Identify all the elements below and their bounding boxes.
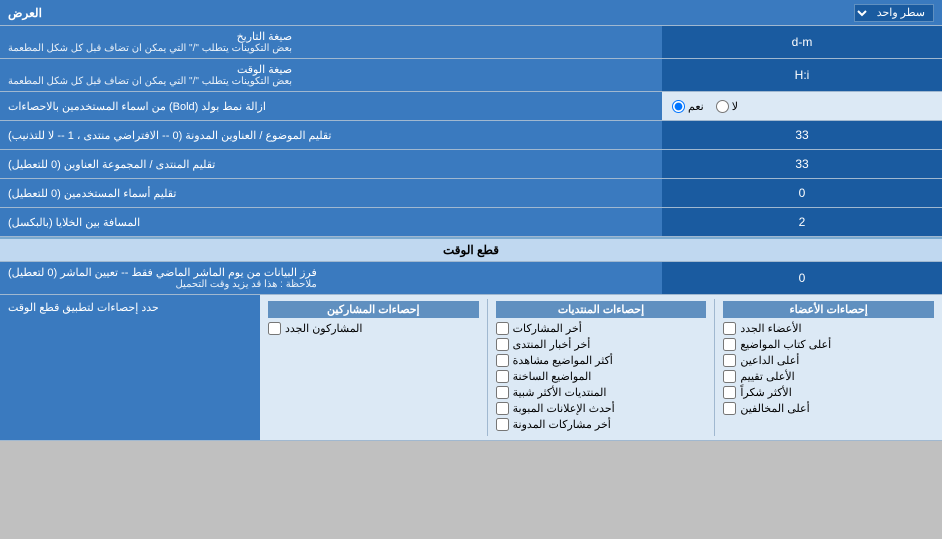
- cutoff-input-cell: [662, 262, 942, 294]
- checkbox-hot-topics: المواضيع الساخنة: [496, 370, 707, 383]
- date-format-input[interactable]: [668, 35, 936, 49]
- page-title: العرض: [8, 6, 42, 20]
- trim-forum-input-cell: [662, 150, 942, 178]
- col-members-header: إحصاءات الأعضاء: [723, 301, 934, 318]
- checkbox-most-viewed: أكثر المواضيع مشاهدة: [496, 354, 707, 367]
- trim-topics-row: تقليم الموضوع / العناوين المدونة (0 -- ا…: [0, 121, 942, 150]
- cutoff-label: فرز البيانات من يوم الماشر الماضي فقط --…: [0, 262, 662, 294]
- col-divider-1: [714, 299, 715, 436]
- col-participants: إحصاءات المشاركين المشاركون الجدد: [264, 299, 483, 436]
- bold-names-no-label[interactable]: لا: [716, 100, 738, 113]
- checkbox-latest-news: أخر أخبار المنتدى: [496, 338, 707, 351]
- trim-forum-label: تقليم المنتدى / المجموعة العناوين (0 للت…: [0, 150, 662, 178]
- bold-names-row: لا نعم ازالة نمط بولد (Bold) من اسماء ال…: [0, 92, 942, 121]
- checkbox-new-participants-input[interactable]: [268, 322, 281, 335]
- col-participants-header: إحصاءات المشاركين: [268, 301, 479, 318]
- checkbox-latest-news-input[interactable]: [496, 338, 509, 351]
- bold-names-label: ازالة نمط بولد (Bold) من اسماء المستخدمي…: [0, 92, 662, 120]
- display-dropdown[interactable]: سطر واحدسطرينثلاثة أسطر: [854, 4, 934, 22]
- stats-section-label: حدد إحصاءات لتطبيق قطع الوقت: [0, 295, 260, 440]
- bold-names-radio-area: لا نعم: [662, 100, 942, 113]
- header-row: سطر واحدسطرينثلاثة أسطر العرض: [0, 0, 942, 26]
- checkbox-latest-posts-input[interactable]: [496, 322, 509, 335]
- cell-spacing-row: المسافة بين الخلايا (بالبكسل): [0, 208, 942, 237]
- trim-usernames-row: تقليم أسماء المستخدمين (0 للتعطيل): [0, 179, 942, 208]
- checkboxes-grid: إحصاءات الأعضاء الأعضاء الجدد أعلى كتاب …: [264, 299, 938, 436]
- checkbox-most-similar: المنتديات الأكثر شبية: [496, 386, 707, 399]
- cell-spacing-label: المسافة بين الخلايا (بالبكسل): [0, 208, 662, 236]
- trim-topics-label: تقليم الموضوع / العناوين المدونة (0 -- ا…: [0, 121, 662, 149]
- checkbox-most-thanked: الأكثر شكراً: [723, 386, 934, 399]
- cutoff-section-header: قطع الوقت: [0, 237, 942, 262]
- time-format-label: صيغة الوقت بعض التكوينات يتطلب "/" التي …: [0, 59, 662, 91]
- cell-spacing-input-cell: [662, 208, 942, 236]
- time-format-input[interactable]: [668, 68, 936, 82]
- cutoff-row: فرز البيانات من يوم الماشر الماضي فقط --…: [0, 262, 942, 295]
- trim-topics-input-cell: [662, 121, 942, 149]
- checkbox-latest-ads: أحدث الإعلانات المبوبة: [496, 402, 707, 415]
- checkbox-most-similar-input[interactable]: [496, 386, 509, 399]
- checkbox-top-writers-input[interactable]: [723, 338, 736, 351]
- checkbox-top-rated: الأعلى تقييم: [723, 370, 934, 383]
- date-format-row: صيغة التاريخ بعض التكوينات يتطلب "/" الت…: [0, 26, 942, 59]
- checkbox-top-writers: أعلى كتاب المواضيع: [723, 338, 934, 351]
- bold-names-yes-radio[interactable]: [672, 100, 685, 113]
- cell-spacing-input[interactable]: [668, 215, 936, 229]
- checkbox-latest-ads-input[interactable]: [496, 402, 509, 415]
- checkbox-new-participants: المشاركون الجدد: [268, 322, 479, 335]
- col-forums: إحصاءات المنتديات أخر المشاركات أخر أخبا…: [492, 299, 711, 436]
- date-format-label: صيغة التاريخ بعض التكوينات يتطلب "/" الت…: [0, 26, 662, 58]
- time-format-row: صيغة الوقت بعض التكوينات يتطلب "/" التي …: [0, 59, 942, 92]
- col-forums-header: إحصاءات المنتديات: [496, 301, 707, 318]
- checkbox-latest-blog: أخر مشاركات المدونة: [496, 418, 707, 431]
- trim-usernames-label: تقليم أسماء المستخدمين (0 للتعطيل): [0, 179, 662, 207]
- checkbox-most-viewed-input[interactable]: [496, 354, 509, 367]
- col-members: إحصاءات الأعضاء الأعضاء الجدد أعلى كتاب …: [719, 299, 938, 436]
- checkbox-hot-topics-input[interactable]: [496, 370, 509, 383]
- checkbox-top-violators: أعلى المخالفين: [723, 402, 934, 415]
- trim-topics-input[interactable]: [668, 128, 936, 142]
- time-format-input-cell: [662, 59, 942, 91]
- bold-names-yes-label[interactable]: نعم: [672, 100, 704, 113]
- checkbox-top-rated-input[interactable]: [723, 370, 736, 383]
- checkbox-top-inviters: أعلى الداعين: [723, 354, 934, 367]
- checkbox-new-members-input[interactable]: [723, 322, 736, 335]
- checkbox-top-inviters-input[interactable]: [723, 354, 736, 367]
- date-format-input-cell: [662, 26, 942, 58]
- col-divider-2: [487, 299, 488, 436]
- trim-forum-row: تقليم المنتدى / المجموعة العناوين (0 للت…: [0, 150, 942, 179]
- checkbox-most-thanked-input[interactable]: [723, 386, 736, 399]
- checkbox-latest-blog-input[interactable]: [496, 418, 509, 431]
- cutoff-input[interactable]: [668, 271, 936, 285]
- bold-names-no-radio[interactable]: [716, 100, 729, 113]
- checkbox-new-members: الأعضاء الجدد: [723, 322, 934, 335]
- trim-forum-input[interactable]: [668, 157, 936, 171]
- checkbox-top-violators-input[interactable]: [723, 402, 736, 415]
- checkboxes-right: إحصاءات الأعضاء الأعضاء الجدد أعلى كتاب …: [260, 295, 942, 440]
- trim-usernames-input-cell: [662, 179, 942, 207]
- checkbox-latest-posts: أخر المشاركات: [496, 322, 707, 335]
- stats-checkboxes-wrapper: إحصاءات الأعضاء الأعضاء الجدد أعلى كتاب …: [0, 295, 942, 441]
- main-container: سطر واحدسطرينثلاثة أسطر العرض صيغة التار…: [0, 0, 942, 441]
- trim-usernames-input[interactable]: [668, 186, 936, 200]
